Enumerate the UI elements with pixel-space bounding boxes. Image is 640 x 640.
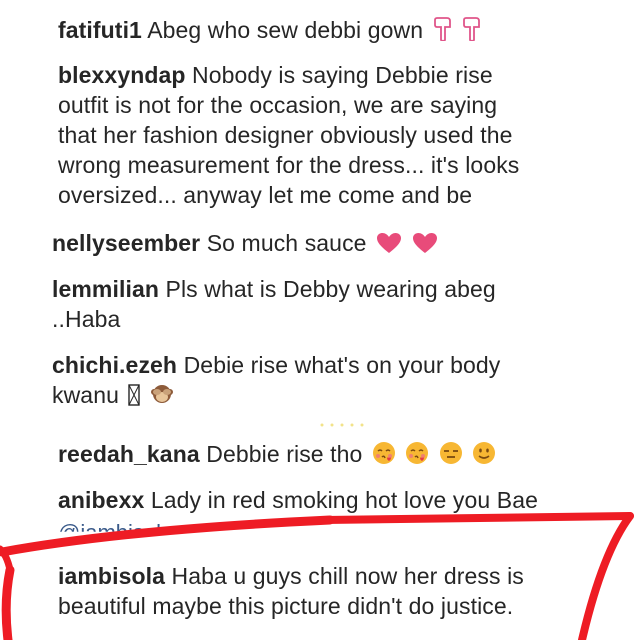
comment-text: Haba u guys chill now her dress is (171, 563, 524, 589)
comment-text-line: beautiful maybe this picture didn't do j… (58, 593, 514, 619)
see-no-evil-monkey-icon (150, 382, 174, 406)
pointing-down-icon (462, 17, 482, 41)
comment-text: Abeg who sew debbi gown (147, 17, 424, 43)
heart-icon (412, 232, 438, 254)
comment-text: Lady in red smoking hot love you Bae (150, 487, 539, 513)
comment-text: Debbie rise tho (206, 441, 363, 467)
pointing-down-icon (433, 17, 453, 41)
decorative-dots (318, 415, 368, 433)
comment-username[interactable]: lemmilian (52, 276, 159, 302)
comment-iambisola: iambisola Haba u guys chill now her dres… (58, 561, 524, 621)
comment-username[interactable]: reedah_kana (58, 441, 200, 467)
comment-username[interactable]: iambisola (58, 563, 165, 589)
comment-text-line: wrong measurement for the dress... it's … (58, 152, 520, 178)
comment-text: Pls what is Debby wearing abeg (165, 276, 496, 302)
comment-username[interactable]: anibexx (58, 487, 144, 513)
comment-chichi-ezeh: chichi.ezeh Debie rise what's on your bo… (52, 350, 500, 410)
comment-reedah-kana: reedah_kana Debbie rise tho (58, 439, 496, 469)
comment-blexxyndap: blexxyndap Nobody is saying Debbie rise … (58, 60, 519, 210)
comment-text: Nobody is saying Debbie rise (192, 62, 493, 88)
expressionless-face-icon (439, 441, 463, 465)
comment-text-line: oversized... anyway let me come and be (58, 182, 473, 208)
comment-text: So much sauce (206, 230, 367, 256)
missing-glyph-icon (128, 384, 141, 406)
comment-text-line: outfit is not for the occasion, we are s… (58, 92, 498, 118)
comment-text-line: that her fashion designer obviously used… (58, 122, 513, 148)
comment-username[interactable]: chichi.ezeh (52, 352, 177, 378)
comment-fatifuti1: fatifuti1 Abeg who sew debbi gown (58, 15, 482, 45)
comment-text: Debie rise what's on your body (183, 352, 501, 378)
comment-username[interactable]: blexxyndap (58, 62, 186, 88)
comment-text-line: ..Haba (52, 306, 121, 332)
mention-link[interactable]: @iambisola (58, 520, 173, 532)
comment-text-line: kwanu (52, 382, 119, 408)
comment-anibexx: anibexx Lady in red smoking hot love you… (58, 485, 538, 515)
heart-icon (376, 232, 402, 254)
comment-lemmilian: lemmilian Pls what is Debby wearing abeg… (52, 274, 496, 334)
comment-username[interactable]: nellyseember (52, 230, 200, 256)
comment-nellyseember: nellyseember So much sauce (52, 228, 438, 258)
kissing-face-icon (405, 441, 429, 465)
kissing-face-icon (372, 441, 396, 465)
comment-username[interactable]: fatifuti1 (58, 17, 142, 43)
smiling-face-icon (472, 441, 496, 465)
